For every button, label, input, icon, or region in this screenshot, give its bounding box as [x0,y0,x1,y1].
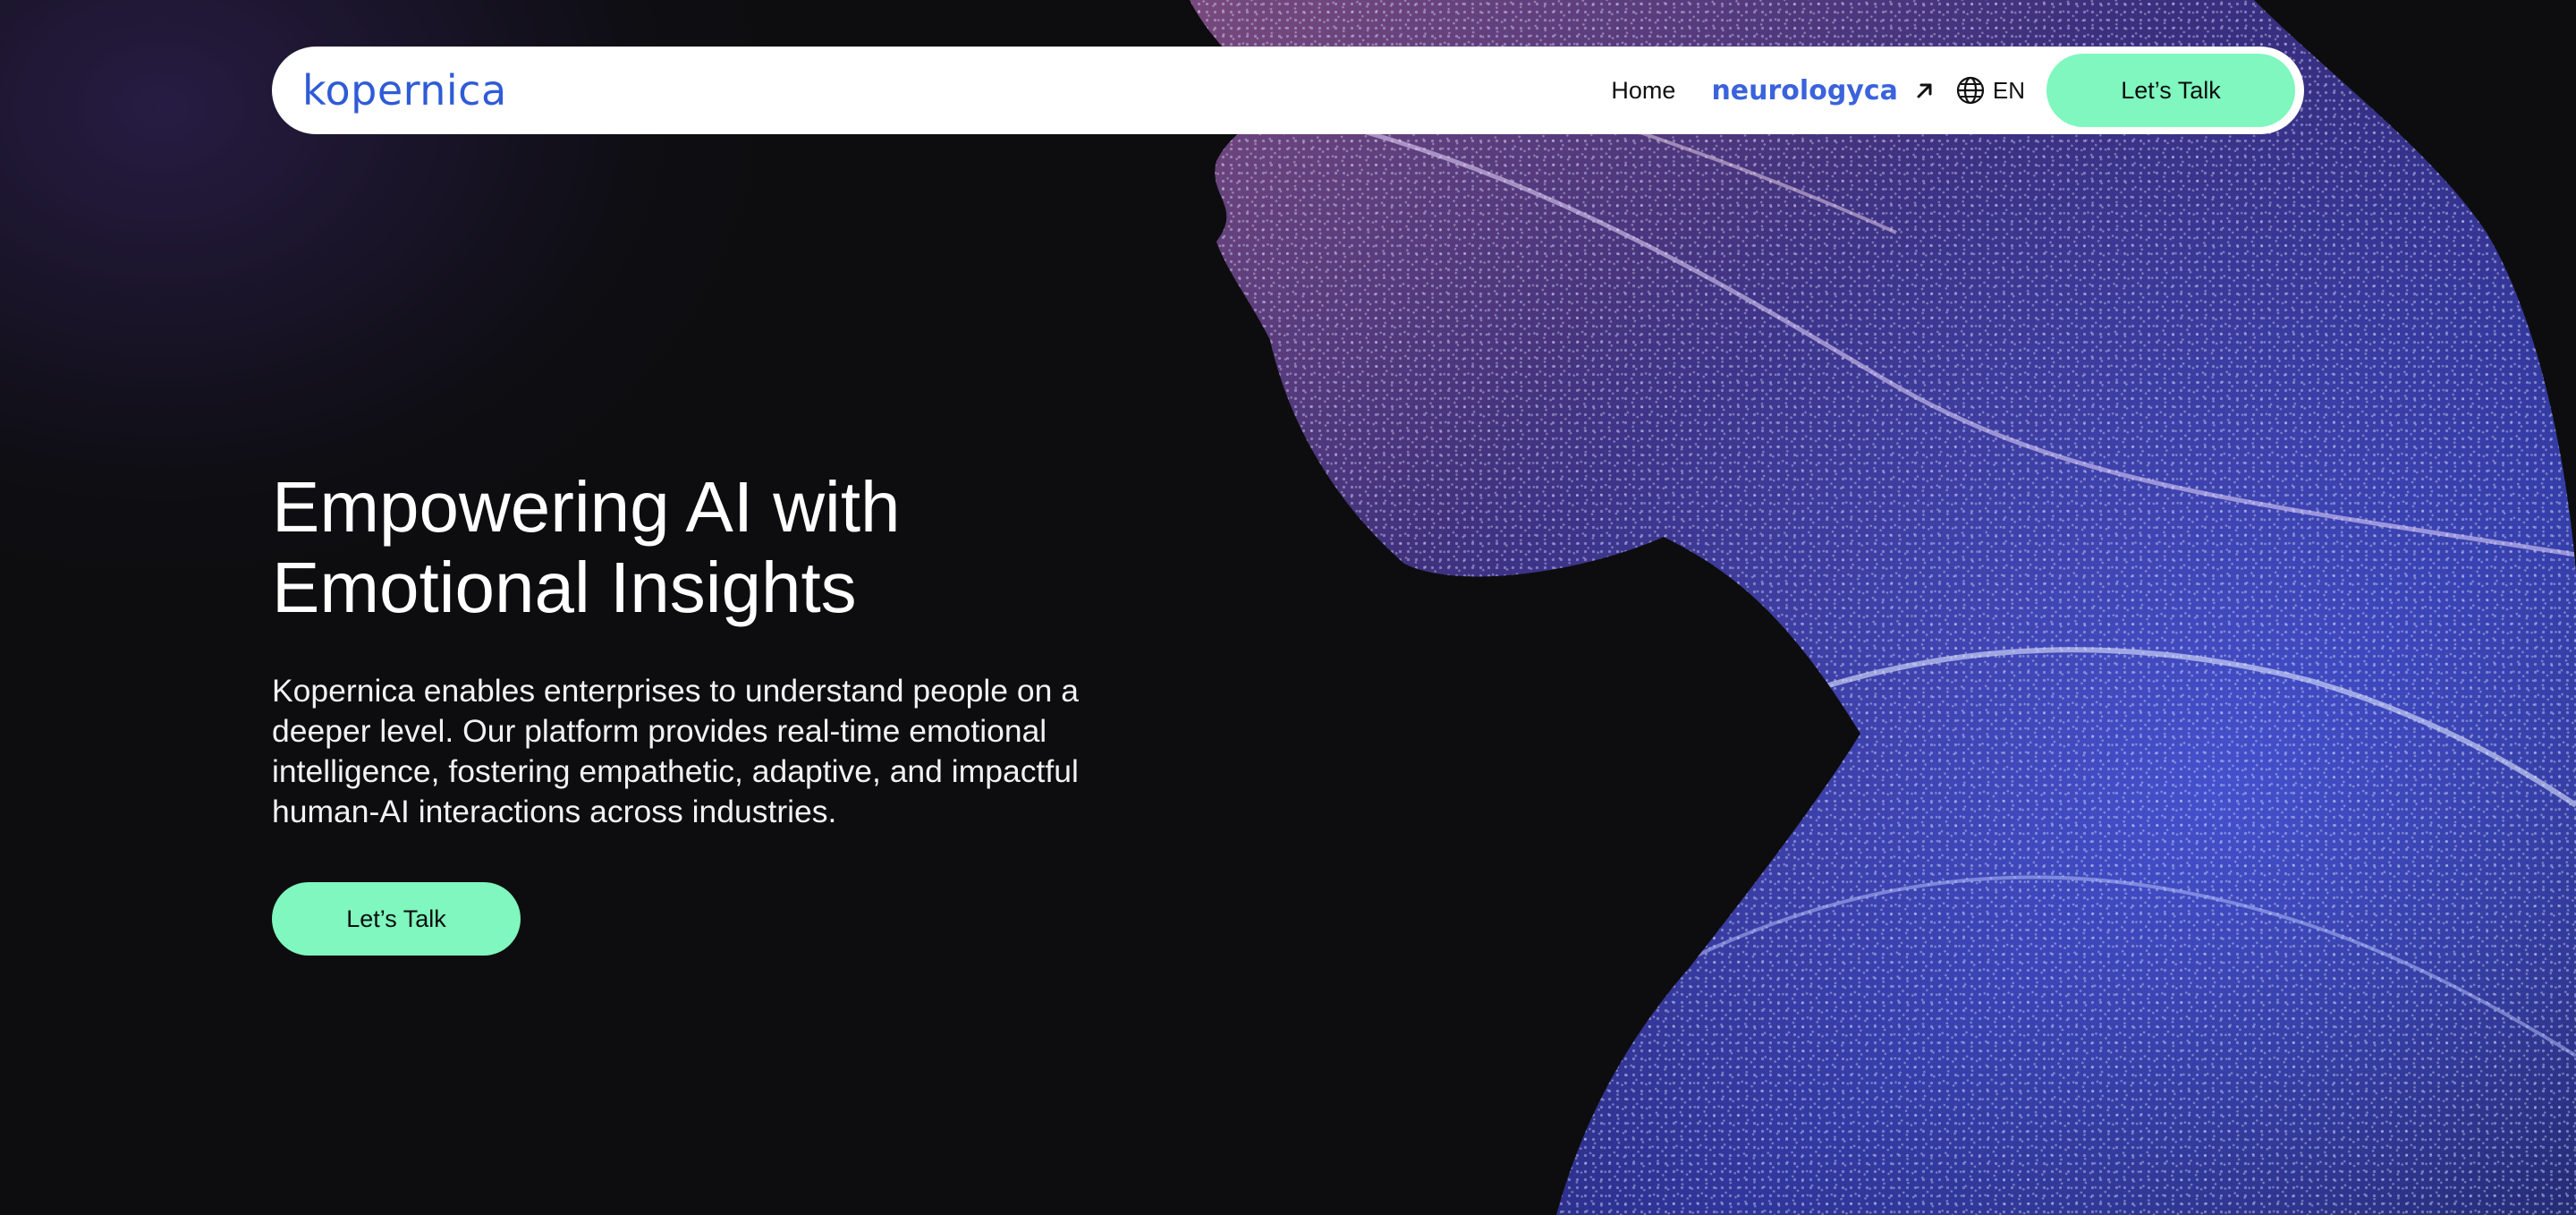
page: kopernica Home neurologyca EN Let’s Talk… [0,0,2576,1215]
hero-title-line-2: Emotional Insights [272,548,857,627]
nav-link-neurologyca[interactable]: neurologyca [1711,75,1897,106]
navbar: kopernica Home neurologyca EN Let’s Talk [272,47,2304,134]
nav-lets-talk-button[interactable]: Let’s Talk [2046,54,2295,127]
nav-link-home[interactable]: Home [1611,77,1675,105]
hero-title: Empowering AI with Emotional Insights [272,467,1166,628]
hero-lets-talk-button[interactable]: Let’s Talk [272,882,521,956]
language-selector[interactable]: EN [1993,77,2025,105]
hero-description: Kopernica enables enterprises to underst… [272,673,1079,829]
arrow-up-right-icon[interactable] [1914,80,1936,101]
hero-title-line-1: Empowering AI with [272,467,901,547]
globe-icon[interactable] [1955,75,1986,106]
hero-figure-image [1163,0,2576,1215]
kopernica-logo[interactable]: kopernica [302,66,507,115]
nav-links: Home neurologyca EN Let’s Talk [1611,47,2295,134]
